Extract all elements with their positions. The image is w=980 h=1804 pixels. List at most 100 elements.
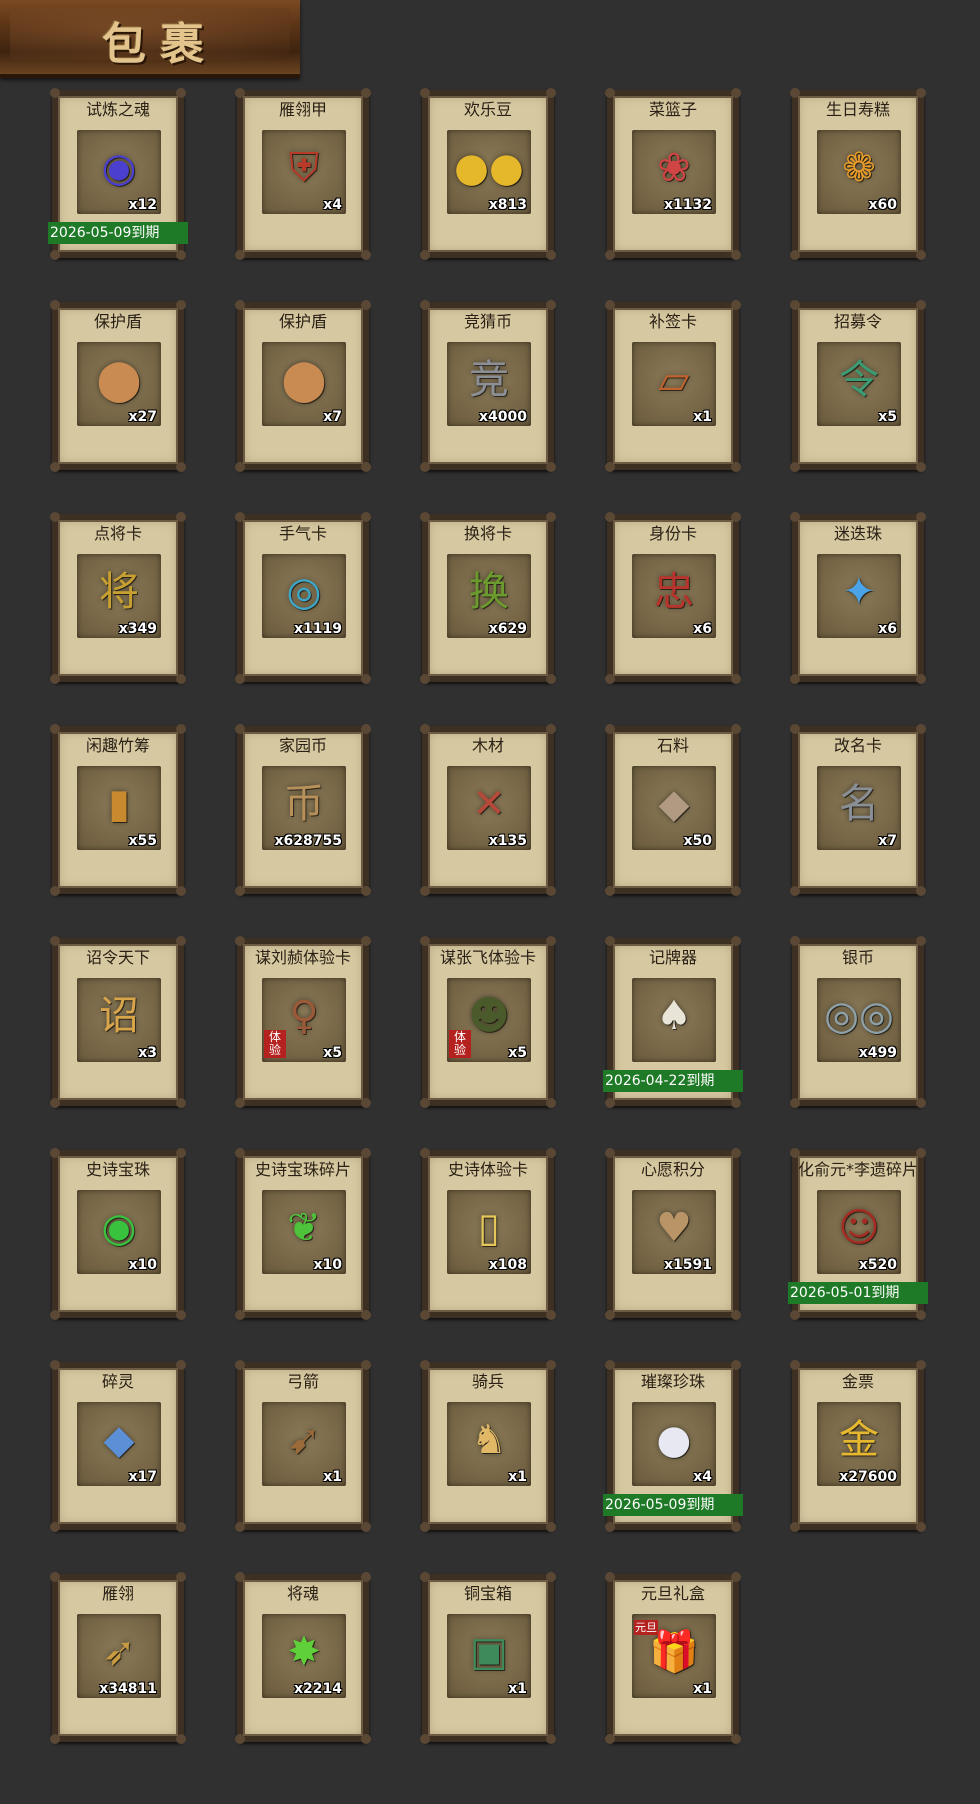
inventory-item[interactable]: 竞猜币竞 x4000 (420, 300, 554, 474)
inventory-item[interactable]: 璀璨珍珠 ● x4 2026-05-09到期 (603, 1360, 743, 1534)
inventory-item[interactable]: 史诗体验卡 ▯ x108 (420, 1148, 554, 1322)
inventory-item[interactable]: 保护盾 ⬤ x7 (235, 300, 369, 474)
item-glyph: ⬤ (281, 357, 327, 403)
wood-icon: ✕ x135 (447, 766, 531, 850)
item-name: 史诗宝珠碎片 (254, 1160, 351, 1179)
inventory-item[interactable]: 迷迭珠 ✦ x6 (790, 512, 924, 686)
item-quantity: x1132 (664, 197, 712, 213)
shield-icon: ⬤ x27 (77, 342, 161, 426)
inventory-item[interactable]: 心愿积分 ♥ x1591 (605, 1148, 739, 1322)
item-glyph: 金 (839, 1417, 879, 1463)
inventory-item[interactable]: 化俞元*李遗碎片 ☺ x520 2026-05-01到期 (788, 1148, 928, 1322)
item-quantity: x499 (858, 1045, 897, 1061)
item-glyph: ❁ (842, 145, 876, 191)
item-name: 铜宝箱 (463, 1584, 512, 1603)
inventory-item[interactable]: 点将卡将 x349 (50, 512, 184, 686)
item-quantity: x349 (118, 621, 157, 637)
item-glyph: ●● (454, 145, 524, 191)
item-quantity: x4 (323, 197, 342, 213)
inventory-item[interactable]: 史诗宝珠 ◉ x10 (50, 1148, 184, 1322)
inventory-item[interactable]: 招募令令 x5 (790, 300, 924, 474)
cavalry-icon: ♞ x1 (447, 1402, 531, 1486)
item-name: 银币 (841, 948, 874, 967)
item-quantity: x1 (323, 1469, 342, 1485)
gold-beans-icon: ●● x813 (447, 130, 531, 214)
item-glyph: ❀ (657, 145, 691, 191)
inventory-item[interactable]: 改名卡名 x7 (790, 724, 924, 898)
inventory-item[interactable]: 银币 ◎◎ x499 (790, 936, 924, 1110)
inventory-item[interactable]: 木材 ✕ x135 (420, 724, 554, 898)
item-glyph: ⬤ (96, 357, 142, 403)
purple-orb-icon: ◉ x12 (77, 130, 161, 214)
general-card-icon: 将 x349 (77, 554, 161, 638)
bow-icon: ➹ x1 (262, 1402, 346, 1486)
item-name: 石料 (656, 736, 689, 755)
inventory-item[interactable]: 雁翎甲 ⛨ x4 (235, 88, 369, 262)
inventory-item[interactable]: 谋张飞体验卡 ☻ 体验 x5 (420, 936, 554, 1110)
card-counter-icon: ♠ (632, 978, 716, 1062)
inventory-item[interactable]: 家园币币 x628755 (235, 724, 369, 898)
inventory-item[interactable]: 诏令天下诏 x3 (50, 936, 184, 1110)
inventory-item[interactable]: 将魂 ✸ x2214 (235, 1572, 369, 1746)
shield-icon: ⬤ x7 (262, 342, 346, 426)
inventory-item[interactable]: 碎灵 ◆ x17 (50, 1360, 184, 1534)
inventory-item[interactable]: 金票金 x27600 (790, 1360, 924, 1534)
wish-coin-icon: ♥ x1591 (632, 1190, 716, 1274)
item-name: 雁翎甲 (278, 100, 327, 119)
inventory-item[interactable]: 史诗宝珠碎片 ❦ x10 (235, 1148, 369, 1322)
inventory-item[interactable]: 铜宝箱 ▣ x1 (420, 1572, 554, 1746)
item-glyph: 名 (839, 781, 879, 827)
inventory-item[interactable]: 记牌器 ♠ 2026-04-22到期 (603, 936, 743, 1110)
inventory-item[interactable]: 欢乐豆 ●● x813 (420, 88, 554, 262)
item-glyph: 竞 (469, 357, 509, 403)
expiry-badge: 2026-05-09到期 (603, 1494, 743, 1516)
item-name: 改名卡 (833, 736, 882, 755)
item-quantity: x628755 (274, 833, 342, 849)
inventory-item[interactable]: 石料 ◆ x50 (605, 724, 739, 898)
item-name: 璀璨珍珠 (640, 1372, 705, 1391)
item-glyph: ● (656, 1417, 692, 1463)
gift-box-icon: 🎁 元旦 x1 (632, 1614, 716, 1698)
trial-badge: 体验 (449, 1030, 471, 1058)
inventory-item[interactable]: 菜篮子 ❀ x1132 (605, 88, 739, 262)
inventory-item[interactable]: 手气卡 ◎ x1119 (235, 512, 369, 686)
item-glyph: 忠 (654, 569, 694, 615)
green-shard-icon: ❦ x10 (262, 1190, 346, 1274)
trial-card-icon: ▯ x108 (447, 1190, 531, 1274)
item-glyph: ⛨ (289, 145, 319, 191)
inventory-item[interactable]: 闲趣竹筹 ▮ x55 (50, 724, 184, 898)
item-glyph: ◉ (101, 1205, 137, 1251)
item-name: 诏令天下 (85, 948, 150, 967)
inventory-item[interactable]: 谋刘赪体验卡 ♀ 体验 x5 (235, 936, 369, 1110)
inventory-item[interactable]: 补签卡 ▱ x1 (605, 300, 739, 474)
inventory-item[interactable]: 弓箭 ➹ x1 (235, 1360, 369, 1534)
item-name: 木材 (471, 736, 504, 755)
luck-card-icon: ◎ x1119 (262, 554, 346, 638)
item-quantity: x7 (323, 409, 342, 425)
inventory-item[interactable]: 试炼之魂 ◉ x12 2026-05-09到期 (48, 88, 188, 262)
home-coin-icon: 币 x628755 (262, 766, 346, 850)
item-name: 菜篮子 (648, 100, 697, 119)
inventory-item[interactable]: 雁翎 ➶ x34811 (50, 1572, 184, 1746)
item-name: 竞猜币 (463, 312, 512, 331)
inventory-item[interactable]: 生日寿糕 ❁ x60 (790, 88, 924, 262)
inventory-item[interactable]: 骑兵 ♞ x1 (420, 1360, 554, 1534)
inventory-item[interactable]: 元旦礼盒 🎁 元旦 x1 (605, 1572, 739, 1746)
inventory-item[interactable]: 换将卡换 x629 (420, 512, 554, 686)
item-name: 记牌器 (648, 948, 697, 967)
item-quantity: x135 (488, 833, 527, 849)
item-name: 谋刘赪体验卡 (254, 948, 351, 967)
inventory-item[interactable]: 保护盾 ⬤ x27 (50, 300, 184, 474)
silver-coin-icon: ◎◎ x499 (817, 978, 901, 1062)
item-name: 弓箭 (286, 1372, 319, 1391)
expiry-badge: 2026-05-09到期 (48, 222, 188, 244)
portrait-icon: ♀ 体验 x5 (262, 978, 346, 1062)
item-quantity: x17 (128, 1469, 157, 1485)
inventory-item[interactable]: 身份卡忠 x6 (605, 512, 739, 686)
item-name: 招募令 (833, 312, 882, 331)
item-quantity: x12 (128, 197, 157, 213)
item-quantity: x629 (488, 621, 527, 637)
item-quantity: x55 (128, 833, 157, 849)
item-quantity: x4000 (479, 409, 527, 425)
item-glyph: ♞ (471, 1417, 507, 1463)
